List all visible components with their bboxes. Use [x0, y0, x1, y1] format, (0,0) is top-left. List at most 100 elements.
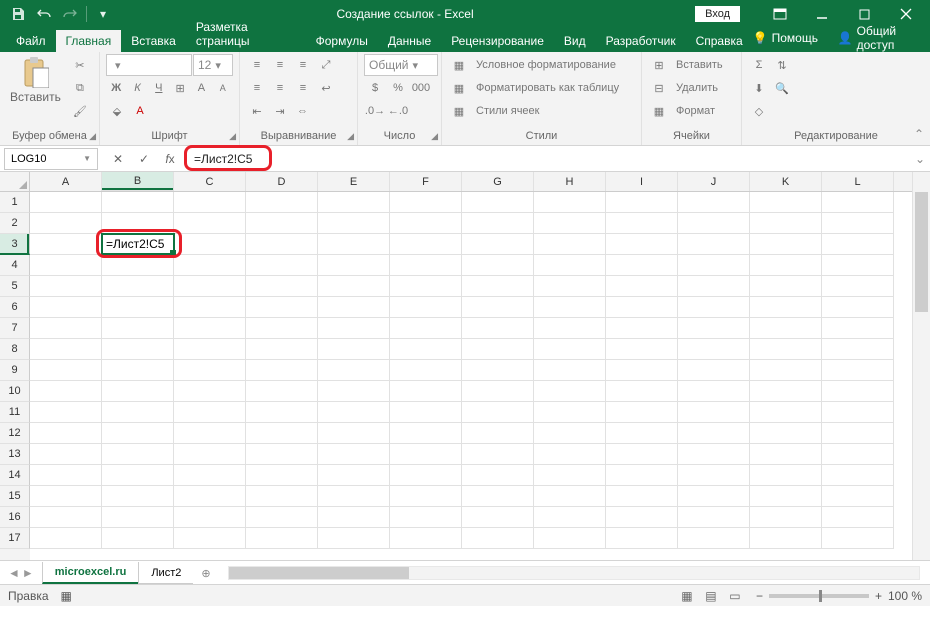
col-header[interactable]: A: [30, 172, 102, 191]
italic-button[interactable]: К: [127, 77, 147, 99]
decrease-decimal-icon[interactable]: ←.0: [387, 100, 409, 122]
align-right-icon[interactable]: ≡: [292, 77, 314, 99]
fx-icon[interactable]: fx: [158, 148, 182, 170]
qat-customize-icon[interactable]: ▾: [91, 2, 115, 26]
dialog-launcher-icon[interactable]: ◢: [229, 131, 236, 142]
cancel-formula-icon[interactable]: ✕: [106, 148, 130, 170]
share-button[interactable]: Общий доступ: [857, 24, 924, 52]
cell-styles-button[interactable]: Стили ячеек: [471, 100, 544, 122]
horizontal-scrollbar[interactable]: [228, 566, 920, 580]
row-header[interactable]: 15: [0, 486, 30, 507]
sign-in-button[interactable]: Вход: [695, 6, 740, 22]
zoom-level[interactable]: 100 %: [888, 589, 922, 603]
underline-button[interactable]: Ч: [149, 77, 169, 99]
align-top-icon[interactable]: ≡: [246, 54, 268, 76]
macro-record-icon[interactable]: ▦: [61, 589, 72, 603]
tab-page-layout[interactable]: Разметка страницы: [186, 16, 306, 52]
tab-home[interactable]: Главная: [56, 30, 122, 52]
row-header[interactable]: 1: [0, 192, 30, 213]
add-sheet-icon[interactable]: ⊕: [193, 563, 218, 584]
currency-icon[interactable]: $: [364, 77, 386, 99]
expand-formula-icon[interactable]: ⌄: [910, 152, 930, 166]
find-icon[interactable]: 🔍: [771, 77, 793, 99]
row-header[interactable]: 4: [0, 255, 30, 276]
row-header[interactable]: 3: [0, 234, 30, 255]
col-header[interactable]: H: [534, 172, 606, 191]
accept-formula-icon[interactable]: ✓: [132, 148, 156, 170]
autosum-icon[interactable]: Σ: [748, 54, 770, 76]
row-header[interactable]: 10: [0, 381, 30, 402]
row-header[interactable]: 9: [0, 360, 30, 381]
copy-icon[interactable]: ⧉: [69, 77, 91, 99]
fill-color-icon[interactable]: ⬙: [106, 100, 128, 122]
cut-icon[interactable]: ✂: [69, 54, 91, 76]
tab-formulas[interactable]: Формулы: [306, 30, 378, 52]
redo-icon[interactable]: [58, 2, 82, 26]
delete-cells-button[interactable]: Удалить: [671, 77, 723, 99]
select-all-corner[interactable]: [0, 172, 30, 192]
col-header[interactable]: J: [678, 172, 750, 191]
col-header[interactable]: K: [750, 172, 822, 191]
row-header[interactable]: 16: [0, 507, 30, 528]
tab-insert[interactable]: Вставка: [121, 30, 186, 52]
col-header[interactable]: E: [318, 172, 390, 191]
col-header[interactable]: G: [462, 172, 534, 191]
row-header[interactable]: 5: [0, 276, 30, 297]
orientation-icon[interactable]: ⤢: [315, 54, 337, 76]
insert-cells-button[interactable]: Вставить: [671, 54, 728, 76]
col-header[interactable]: L: [822, 172, 894, 191]
active-cell[interactable]: =Лист2!C5: [101, 233, 175, 255]
col-header[interactable]: I: [606, 172, 678, 191]
indent-decrease-icon[interactable]: ⇤: [246, 100, 268, 122]
name-box[interactable]: LOG10▼: [4, 148, 98, 170]
row-header[interactable]: 12: [0, 423, 30, 444]
indent-increase-icon[interactable]: ⇥: [269, 100, 291, 122]
increase-decimal-icon[interactable]: .0→: [364, 100, 386, 122]
dialog-launcher-icon[interactable]: ◢: [431, 131, 438, 142]
page-break-icon[interactable]: ▭: [724, 587, 746, 605]
paste-button[interactable]: Вставить: [6, 54, 65, 106]
delete-cells-icon[interactable]: ⊟: [648, 77, 670, 99]
row-header[interactable]: 13: [0, 444, 30, 465]
zoom-out-icon[interactable]: −: [756, 589, 763, 603]
conditional-format-icon[interactable]: ▦: [448, 54, 470, 76]
cells-area[interactable]: document.write(Array.from({length:17},()…: [30, 192, 912, 549]
wrap-text-icon[interactable]: ↩: [315, 77, 337, 99]
font-color-icon[interactable]: A: [129, 100, 151, 122]
col-header[interactable]: D: [246, 172, 318, 191]
font-size-select[interactable]: 12▾: [193, 54, 233, 76]
tab-data[interactable]: Данные: [378, 30, 441, 52]
col-header[interactable]: B: [102, 172, 174, 191]
row-header[interactable]: 17: [0, 528, 30, 549]
col-header[interactable]: C: [174, 172, 246, 191]
merge-icon[interactable]: ⇔: [292, 100, 313, 122]
normal-view-icon[interactable]: ▦: [676, 587, 698, 605]
dialog-launcher-icon[interactable]: ◢: [347, 131, 354, 142]
col-header[interactable]: F: [390, 172, 462, 191]
sheet-prev-icon[interactable]: ◄: [8, 566, 20, 580]
sheet-tab-active[interactable]: microexcel.ru: [42, 562, 140, 584]
insert-cells-icon[interactable]: ⊞: [648, 54, 670, 76]
font-shrink-icon[interactable]: A: [213, 77, 233, 99]
fill-icon[interactable]: ⬇: [748, 77, 770, 99]
zoom-in-icon[interactable]: +: [875, 589, 882, 603]
row-header[interactable]: 11: [0, 402, 30, 423]
comma-icon[interactable]: 000: [410, 77, 432, 99]
format-table-button[interactable]: Форматировать как таблицу: [471, 77, 624, 99]
conditional-format-button[interactable]: Условное форматирование: [471, 54, 621, 76]
tell-me[interactable]: Помощь: [772, 31, 818, 45]
sheet-next-icon[interactable]: ►: [22, 566, 34, 580]
row-header[interactable]: 7: [0, 318, 30, 339]
undo-icon[interactable]: [32, 2, 56, 26]
format-painter-icon[interactable]: 🖌: [69, 100, 91, 122]
format-table-icon[interactable]: ▦: [448, 77, 470, 99]
align-middle-icon[interactable]: ≡: [269, 54, 291, 76]
align-bottom-icon[interactable]: ≡: [292, 54, 314, 76]
number-format-select[interactable]: Общий▾: [364, 54, 438, 76]
border-icon[interactable]: ⊞: [170, 77, 190, 99]
formula-input[interactable]: =Лист2!C5: [188, 148, 904, 170]
percent-icon[interactable]: %: [387, 77, 409, 99]
bold-button[interactable]: Ж: [106, 77, 126, 99]
tab-view[interactable]: Вид: [554, 30, 596, 52]
collapse-ribbon-icon[interactable]: ⌃: [914, 127, 924, 141]
